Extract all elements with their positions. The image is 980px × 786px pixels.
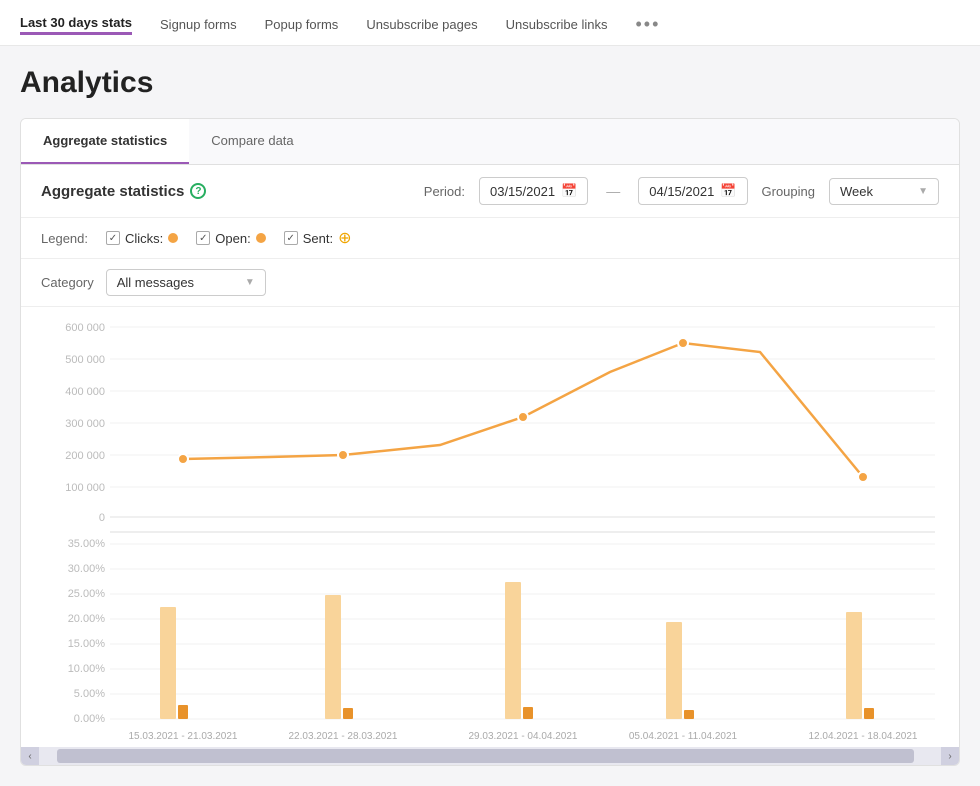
svg-text:600 000: 600 000 <box>65 322 105 334</box>
more-icon[interactable]: ••• <box>635 14 660 35</box>
clicks-label: Clicks: <box>125 231 163 246</box>
svg-text:300 000: 300 000 <box>65 418 105 430</box>
page-title: Analytics <box>20 66 960 100</box>
nav-item-unsubscribe-pages[interactable]: Unsubscribe pages <box>366 17 477 32</box>
date-to-picker[interactable]: 04/15/2021 📅 <box>638 177 747 205</box>
legend-open[interactable]: ✓ Open: <box>196 231 265 246</box>
category-arrow-icon: ▼ <box>245 277 255 288</box>
nav-item-signup[interactable]: Signup forms <box>160 17 237 32</box>
legend-row: Legend: ✓ Clicks: ✓ Open: ✓ Sent: ⊕ <box>21 218 959 259</box>
open-label: Open: <box>215 231 250 246</box>
nav-item-popup[interactable]: Popup forms <box>265 17 339 32</box>
date-separator: — <box>606 183 620 199</box>
svg-text:12.04.2021 - 18.04.2021: 12.04.2021 - 18.04.2021 <box>809 731 918 742</box>
bar-group3-click <box>523 707 533 719</box>
line-chart-sent <box>183 343 863 477</box>
grouping-value: Week <box>840 184 873 199</box>
bar-group5-click <box>864 708 874 719</box>
grouping-select[interactable]: Week ▼ <box>829 178 939 205</box>
chart-area: 600 000 500 000 400 000 300 000 200 000 … <box>21 307 959 747</box>
date-from-value: 03/15/2021 <box>490 184 555 199</box>
line-dot-3 <box>518 412 528 422</box>
svg-text:0.00%: 0.00% <box>74 713 105 725</box>
category-value: All messages <box>117 275 194 290</box>
svg-text:20.00%: 20.00% <box>68 613 106 625</box>
svg-text:05.04.2021 - 11.04.2021: 05.04.2021 - 11.04.2021 <box>629 731 738 742</box>
tab-compare-data[interactable]: Compare data <box>189 119 315 164</box>
scrollbar-left-button[interactable]: ‹ <box>21 747 39 765</box>
date-to-value: 04/15/2021 <box>649 184 714 199</box>
scrollbar-right-button[interactable]: › <box>941 747 959 765</box>
svg-text:35.00%: 35.00% <box>68 538 106 550</box>
clicks-checkbox[interactable]: ✓ <box>106 231 120 245</box>
nav-item-unsubscribe-links[interactable]: Unsubscribe links <box>506 17 608 32</box>
line-dot-4 <box>678 338 688 348</box>
svg-text:10.00%: 10.00% <box>68 663 106 675</box>
bar-group4-click <box>684 710 694 719</box>
bar-group2-click <box>343 708 353 719</box>
svg-text:500 000: 500 000 <box>65 354 105 366</box>
nav-item-stats[interactable]: Last 30 days stats <box>20 15 132 35</box>
main-chart-svg: 600 000 500 000 400 000 300 000 200 000 … <box>31 317 949 747</box>
top-nav: Last 30 days stats Signup forms Popup fo… <box>0 0 980 46</box>
svg-text:5.00%: 5.00% <box>74 688 105 700</box>
svg-text:22.03.2021 - 28.03.2021: 22.03.2021 - 28.03.2021 <box>289 731 398 742</box>
sent-icon: ⊕ <box>338 228 351 248</box>
bar-group3-open <box>505 582 521 719</box>
svg-text:29.03.2021 - 04.04.2021: 29.03.2021 - 04.04.2021 <box>469 731 578 742</box>
help-icon[interactable]: ? <box>190 183 206 199</box>
date-from-picker[interactable]: 03/15/2021 📅 <box>479 177 588 205</box>
line-dot-5 <box>858 472 868 482</box>
calendar-from-icon: 📅 <box>561 183 577 199</box>
line-dot-1 <box>178 454 188 464</box>
bar-group1-open <box>160 607 176 719</box>
svg-text:400 000: 400 000 <box>65 386 105 398</box>
category-select[interactable]: All messages ▼ <box>106 269 266 296</box>
svg-text:25.00%: 25.00% <box>68 588 106 600</box>
card-tabs: Aggregate statistics Compare data <box>21 119 959 165</box>
bar-group1-click <box>178 705 188 719</box>
calendar-to-icon: 📅 <box>720 183 736 199</box>
svg-text:200 000: 200 000 <box>65 450 105 462</box>
legend-sent[interactable]: ✓ Sent: ⊕ <box>284 228 352 248</box>
clicks-dot <box>168 233 178 243</box>
svg-text:15.00%: 15.00% <box>68 638 106 650</box>
svg-text:100 000: 100 000 <box>65 482 105 494</box>
open-dot <box>256 233 266 243</box>
svg-text:30.00%: 30.00% <box>68 563 106 575</box>
category-row: Category All messages ▼ <box>21 259 959 307</box>
legend-clicks[interactable]: ✓ Clicks: <box>106 231 178 246</box>
legend-label: Legend: <box>41 231 88 246</box>
bar-group5-open <box>846 612 862 719</box>
sent-checkbox[interactable]: ✓ <box>284 231 298 245</box>
line-dot-2 <box>338 450 348 460</box>
scrollbar-thumb[interactable] <box>57 749 914 763</box>
open-checkbox[interactable]: ✓ <box>196 231 210 245</box>
grouping-label: Grouping <box>762 184 815 199</box>
grouping-arrow-icon: ▼ <box>918 186 928 197</box>
sent-label: Sent: <box>303 231 333 246</box>
svg-text:15.03.2021 - 21.03.2021: 15.03.2021 - 21.03.2021 <box>129 731 238 742</box>
category-label: Category <box>41 275 94 290</box>
svg-text:0: 0 <box>99 512 105 524</box>
scrollbar-area: ‹ › <box>21 747 959 765</box>
bar-group4-open <box>666 622 682 719</box>
aggregate-statistics-title: Aggregate statistics <box>41 183 184 200</box>
bar-group2-open <box>325 595 341 719</box>
period-label: Period: <box>424 184 465 199</box>
scrollbar-track[interactable] <box>39 747 941 765</box>
tab-aggregate-statistics[interactable]: Aggregate statistics <box>21 119 189 164</box>
